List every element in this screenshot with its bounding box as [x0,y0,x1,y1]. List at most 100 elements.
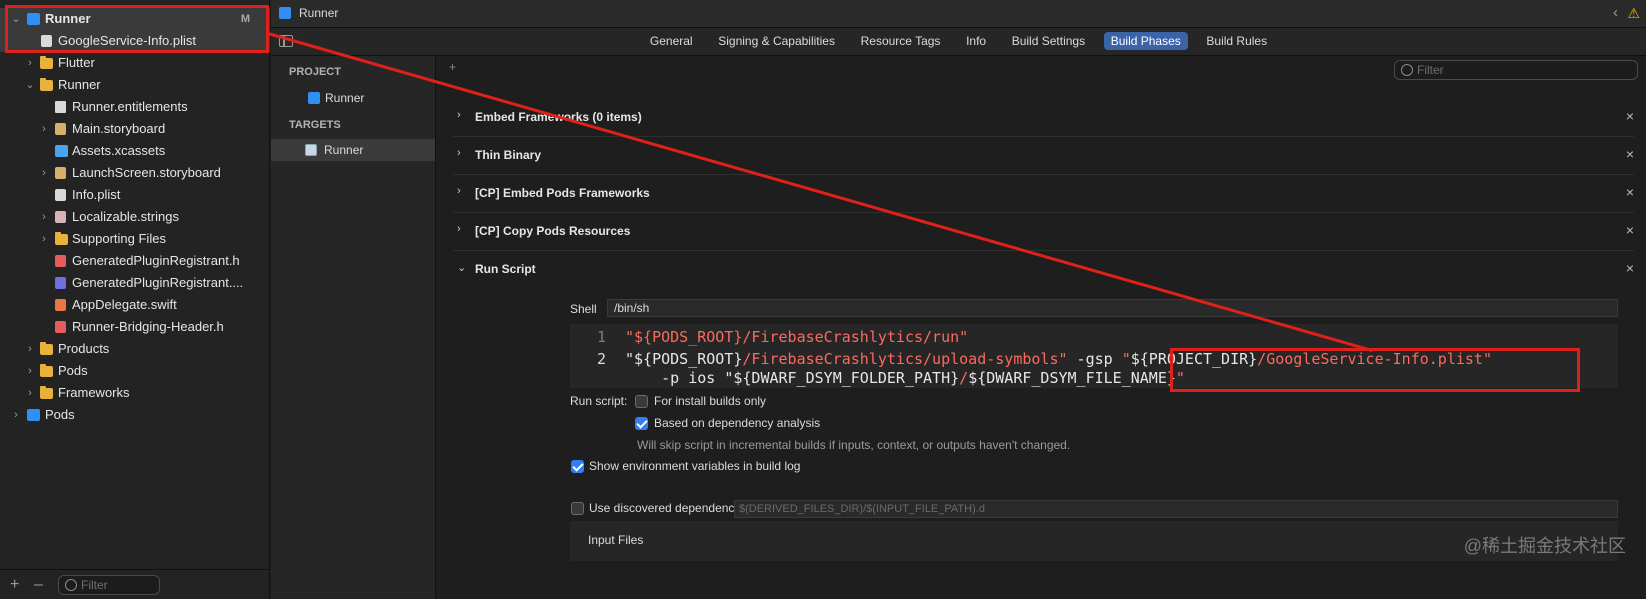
xcode-project-icon [279,7,291,19]
tree-item-label: Runner-Bridging-Header.h [72,319,224,334]
env-vars-label: Show environment variables in build log [589,459,801,473]
filter-icon [65,579,77,591]
tree-item-registrant-h[interactable]: GeneratedPluginRegistrant.h [0,250,270,272]
shell-input[interactable]: /bin/sh [607,299,1618,317]
phase-embed-pods-frameworks[interactable]: › [CP] Embed Pods Frameworks × [453,175,1634,213]
tab-general[interactable]: General [643,32,700,50]
tree-item-localizable[interactable]: › Localizable.strings [0,206,270,228]
entitlements-file-icon [55,101,66,113]
dependency-file-input[interactable]: $(DERIVED_FILES_DIR)/$(INPUT_FILE_PATH).… [734,500,1618,518]
discovered-dependency-checkbox[interactable] [571,502,584,515]
tree-item-registrant-m[interactable]: GeneratedPluginRegistrant.... [0,272,270,294]
tab-build-rules[interactable]: Build Rules [1199,32,1274,50]
phase-title: [CP] Copy Pods Resources [475,224,631,238]
chevron-right-icon[interactable]: › [24,338,36,360]
tree-item-label: Products [58,341,110,356]
settings-tabs: General Signing & Capabilities Resource … [271,32,1646,50]
install-builds-checkbox[interactable] [635,395,648,408]
dependency-analysis-label: Based on dependency analysis [654,416,821,430]
project-item-label: Runner [325,91,365,105]
navigator-filter-input[interactable]: Filter [58,575,160,595]
remove-file-button[interactable]: – [34,576,43,594]
tab-info[interactable]: Info [959,32,993,50]
folder-icon [40,386,53,399]
add-file-button[interactable]: + [10,576,19,594]
chevron-right-icon[interactable]: › [38,206,50,228]
chevron-right-icon[interactable]: › [24,382,36,404]
tree-item-info-plist[interactable]: Info.plist [0,184,270,206]
tree-item-bridging-header[interactable]: Runner-Bridging-Header.h [0,316,270,338]
add-build-phase-button[interactable]: + [449,60,456,74]
dependency-analysis-checkbox[interactable] [635,417,648,430]
xcode-project-icon [27,409,40,421]
chevron-down-icon[interactable]: ⌄ [457,261,466,274]
close-icon[interactable]: × [1626,146,1634,162]
close-icon[interactable]: × [1626,108,1634,124]
tree-item-supporting-files[interactable]: › Supporting Files [0,228,270,250]
project-section-header: PROJECT [289,66,341,78]
phase-embed-frameworks[interactable]: › Embed Frameworks (0 items) × [453,99,1634,137]
tree-item-pods-group[interactable]: › Pods [0,360,270,382]
tree-item-label: Info.plist [72,187,121,202]
storyboard-file-icon [55,123,66,135]
chevron-right-icon[interactable]: › [457,109,461,121]
input-files-section[interactable]: Input Files [570,521,1618,561]
swift-file-icon [55,299,66,311]
chevron-right-icon[interactable]: › [24,360,36,382]
chevron-right-icon[interactable]: › [38,118,50,140]
project-item-runner[interactable]: Runner [271,87,435,109]
folder-icon [40,342,53,355]
chevron-right-icon[interactable]: › [10,404,22,426]
jump-bar-title[interactable]: Runner [299,6,338,20]
target-item-runner[interactable]: Runner [271,139,435,161]
chevron-left-icon[interactable]: ‹ [1613,4,1618,21]
tree-item-entitlements[interactable]: Runner.entitlements [0,96,270,118]
input-files-header: Input Files [588,533,644,547]
chevron-right-icon[interactable]: › [457,147,461,159]
tree-item-assets[interactable]: Assets.xcassets [0,140,270,162]
tree-item-label: Pods [58,363,88,378]
tab-resource-tags[interactable]: Resource Tags [854,32,948,50]
tab-signing[interactable]: Signing & Capabilities [711,32,842,50]
phase-title: Thin Binary [475,148,542,162]
chevron-right-icon[interactable]: › [457,185,461,197]
tree-item-launchscreen[interactable]: › LaunchScreen.storyboard [0,162,270,184]
shell-label: Shell [570,302,597,316]
tree-item-label: Frameworks [58,385,130,400]
warning-icon[interactable]: ⚠ [1627,5,1640,22]
tab-build-phases[interactable]: Build Phases [1103,32,1188,50]
chevron-right-icon[interactable]: › [38,228,50,250]
tree-item-products[interactable]: › Products [0,338,270,360]
chevron-right-icon[interactable]: › [24,52,36,74]
tree-item-label: Flutter [58,55,95,70]
tree-item-label: Localizable.strings [72,209,179,224]
code-token: "${DWARF_DSYM_FOLDER_PATH} [724,369,960,387]
chevron-down-icon[interactable]: ⌄ [24,74,36,96]
jump-bar: Runner ‹ ⚠ [271,0,1646,28]
tree-item-runner-group[interactable]: ⌄ Runner [0,74,270,96]
tree-item-frameworks[interactable]: › Frameworks [0,382,270,404]
header-file-icon [55,321,66,333]
code-text: -p ios "${DWARF_DSYM_FOLDER_PATH}/${DWAR… [625,367,1185,389]
install-builds-label: For install builds only [654,394,767,408]
build-phases-filter-input[interactable]: Filter [1394,60,1638,80]
strings-file-icon [55,211,66,223]
tree-item-label: GeneratedPluginRegistrant.... [72,275,244,290]
tree-item-pods-project[interactable]: › Pods [0,404,270,426]
chevron-right-icon[interactable]: › [457,223,461,235]
tree-item-appdelegate[interactable]: AppDelegate.swift [0,294,270,316]
objc-file-icon [55,277,66,289]
env-vars-checkbox[interactable] [571,460,584,473]
close-icon[interactable]: × [1626,222,1634,238]
phase-thin-binary[interactable]: › Thin Binary × [453,137,1634,175]
tab-build-settings[interactable]: Build Settings [1005,32,1092,50]
tree-item-label: Runner [58,77,101,92]
tree-item-flutter[interactable]: › Flutter [0,52,270,74]
targets-pane: PROJECT Runner TARGETS Runner [271,56,436,599]
close-icon[interactable]: × [1626,260,1634,276]
chevron-right-icon[interactable]: › [38,162,50,184]
close-icon[interactable]: × [1626,184,1634,200]
phase-copy-pods-resources[interactable]: › [CP] Copy Pods Resources × [453,213,1634,251]
tree-item-main-storyboard[interactable]: › Main.storyboard [0,118,270,140]
tree-item-label: Supporting Files [72,231,166,246]
